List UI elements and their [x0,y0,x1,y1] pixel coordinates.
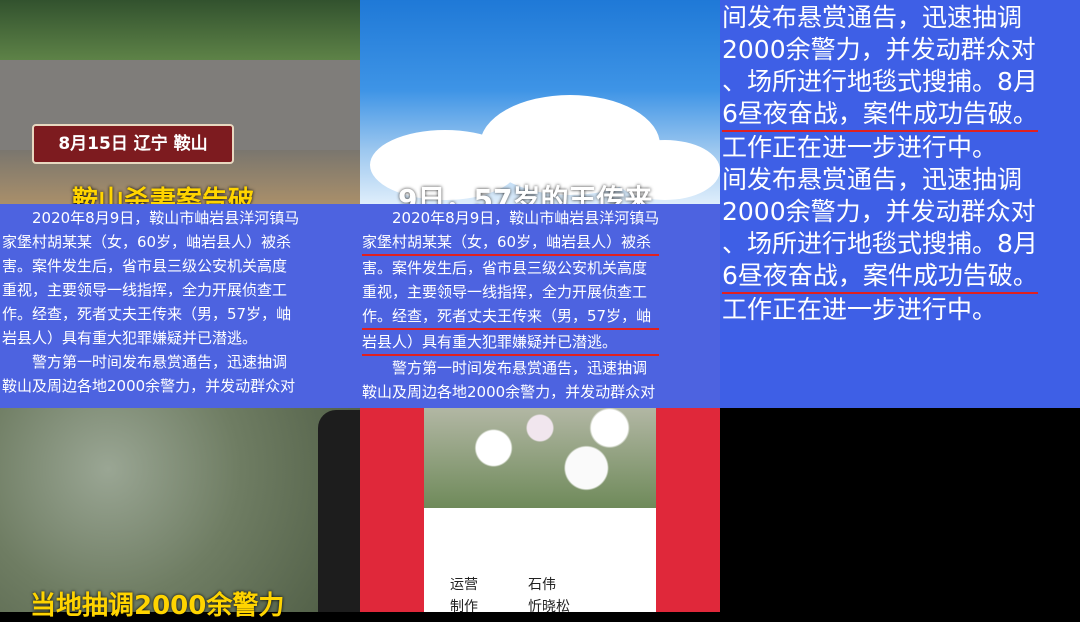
notice-line: 工作正在进一步进行中。 [722,133,998,162]
notice-line: 鞍山及周边各地2000余警力，并发动群众对 [362,383,656,401]
notice-text: 2020年8月9日，鞍山市岫岩县洋河镇马 家堡村胡某某（女，60岁，岫岩县人）被… [2,206,299,398]
empty-frame [720,408,1080,612]
notice-line: 警方第一时间发布悬赏通告，迅速抽调 [2,353,288,371]
notice-line: 间发布悬赏通告，迅速抽调 [722,3,1023,32]
notice-line: 2020年8月9日，鞍山市岫岩县洋河镇马 [362,209,660,227]
video-frame-forest [0,408,360,612]
credits-card: 运营 石伟 制作 忻晓松 [424,508,656,612]
notice-line: 2000余警力，并发动群众对 [722,197,1036,226]
credit-name: 石伟 [528,577,556,593]
notice-line: 工作正在进一步进行中。 [722,295,998,324]
grass-area [0,0,360,62]
credit-name: 忻晓松 [528,599,570,612]
notice-line: 重视，主要领导一线指挥，全力开展侦查工 [2,281,288,299]
notice-line: 间发布悬赏通告，迅速抽调 [722,165,1023,194]
notice-line: 家堡村胡某某（女，60岁，岫岩县人）被杀 [362,230,660,256]
notice-line: 家堡村胡某某（女，60岁，岫岩县人）被杀 [2,233,292,251]
notice-line: 2020年8月9日，鞍山市岫岩县洋河镇马 [2,209,300,227]
notice-line: 鞍山及周边各地2000余警力，并发动群众对 [2,377,296,395]
notice-text-large: 间发布悬赏通告，迅速抽调 2000余警力，并发动群众对 、场所进行地毯式搜捕。8… [722,2,1038,326]
notice-line: 作。经查，死者丈夫王传来（男，57岁，岫 [2,305,292,323]
notice-line: 、场所进行地毯式搜捕。8月 [722,229,1038,258]
notice-line: 6昼夜奋战，案件成功告破。 [722,98,1038,132]
video-frame-sky [360,0,720,204]
notice-line: 、场所进行地毯式搜捕。8月 [722,67,1038,96]
flower-photo [424,408,656,508]
credit-role: 运营 [450,577,478,593]
notice-panel-left: 2020年8月9日，鞍山市岫岩县洋河镇马 家堡村胡某某（女，60岁，岫岩县人）被… [0,204,360,408]
person-silhouette [318,410,360,612]
credit-role: 制作 [450,599,478,612]
notice-text: 2020年8月9日，鞍山市岫岩县洋河镇马 家堡村胡某某（女，60岁，岫岩县人）被… [362,206,660,404]
credits-frame: 运营 石伟 制作 忻晓松 [360,408,720,612]
notice-line: 6昼夜奋战，案件成功告破。 [722,260,1038,294]
notice-line: 作。经查，死者丈夫王传来（男，57岁，岫 [362,304,660,330]
notice-line: 岩县人）具有重大犯罪嫌疑并已潜逃。 [362,330,660,356]
bottom-caption: 当地抽调2000余警力 [30,591,285,621]
notice-line: 重视，主要领导一线指挥，全力开展侦查工 [362,283,648,301]
notice-panel-middle: 2020年8月9日，鞍山市岫岩县洋河镇马 家堡村胡某某（女，60岁，岫岩县人）被… [360,204,720,408]
notice-line: 2000余警力，并发动群众对 [722,35,1036,64]
notice-line: 岩县人）具有重大犯罪嫌疑并已潜逃。 [2,329,258,347]
notice-line: 害。案件发生后，省市县三级公安机关高度 [362,259,648,277]
video-frame-road [0,0,360,204]
date-location-badge: 8月15日 辽宁 鞍山 [32,124,234,164]
notice-line: 警方第一时间发布悬赏通告，迅速抽调 [362,359,648,377]
notice-line: 害。案件发生后，省市县三级公安机关高度 [2,257,288,275]
